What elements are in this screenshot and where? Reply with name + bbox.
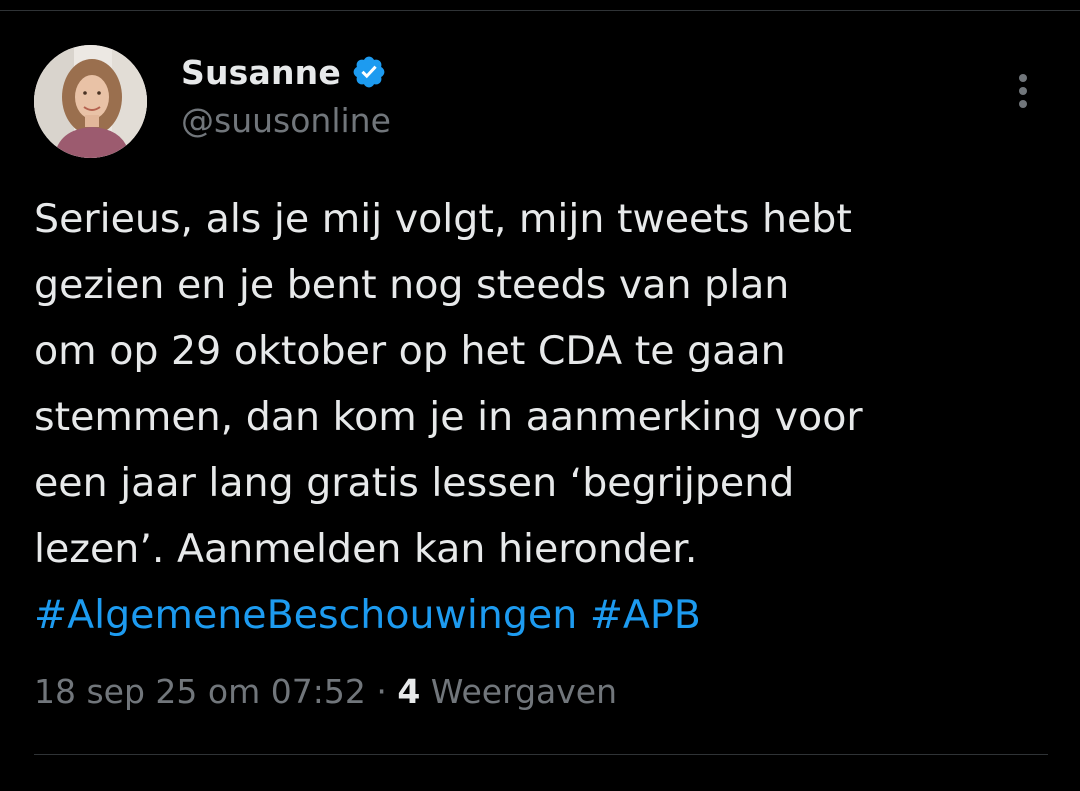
tweet-text-line: lezen’. Aanmelden kan hieronder. [34, 526, 698, 572]
tweet-text-line: Serieus, als je mij volgt, mijn tweets h… [34, 196, 852, 242]
meta-separator: · [376, 672, 387, 711]
tweet-timestamp[interactable]: 18 sep 25 om 07:52 [34, 672, 366, 711]
views-count: 4 [397, 672, 421, 711]
verified-badge-icon[interactable] [351, 54, 387, 90]
avatar-photo-icon [34, 45, 147, 158]
tweet-text-line: gezien en je bent nog steeds van plan [34, 262, 790, 308]
tweet-text: Serieus, als je mij volgt, mijn tweets h… [34, 186, 1044, 648]
tweet-meta: 18 sep 25 om 07:52 · 4 Weergaven [34, 672, 617, 711]
bottom-divider [34, 754, 1048, 755]
tweet-text-line: stemmen, dan kom je in aanmerking voor [34, 394, 863, 440]
tweet-text-line: om op 29 oktober op het CDA te gaan [34, 328, 786, 374]
display-name[interactable]: Susanne [181, 53, 341, 92]
author-name-row[interactable]: Susanne [181, 50, 387, 94]
hashtag-link[interactable]: #APB [590, 592, 701, 638]
author-handle[interactable]: @suusonline [181, 101, 391, 140]
avatar[interactable] [34, 45, 147, 158]
hashtag-line: #AlgemeneBeschouwingen #APB [34, 582, 1044, 648]
more-options-button[interactable] [1002, 66, 1044, 116]
hashtag-link[interactable]: #AlgemeneBeschouwingen [34, 592, 577, 638]
tweet-text-line: een jaar lang gratis lessen ‘begrijpend [34, 460, 795, 506]
more-vertical-icon [1019, 74, 1027, 108]
views-label: Weergaven [430, 672, 618, 711]
top-divider [0, 10, 1080, 11]
